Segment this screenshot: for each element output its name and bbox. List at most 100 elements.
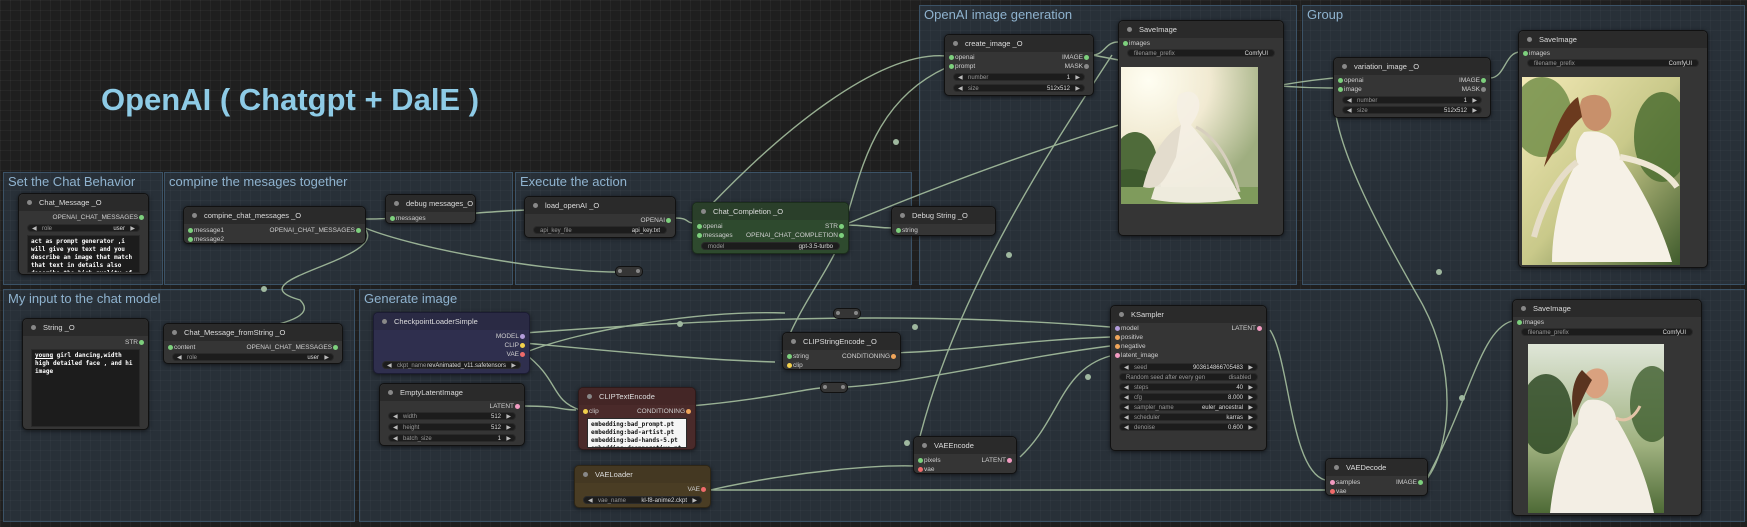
filename-prefix-field[interactable]: filename_prefix ComfyUI <box>1127 49 1275 57</box>
input-positive[interactable]: positive <box>1115 333 1143 342</box>
arrow-right-icon[interactable]: ▶ <box>1248 384 1253 392</box>
output-str[interactable]: STR <box>825 222 844 231</box>
arrow-left-icon[interactable]: ◀ <box>1347 107 1352 115</box>
arrow-right-icon[interactable]: ▶ <box>1248 424 1253 432</box>
output-str[interactable]: STR <box>125 338 144 347</box>
arrow-left-icon[interactable]: ◀ <box>1347 97 1352 105</box>
node-empty-latent-image[interactable]: EmptyLatentImage LATENT ◀ width 512 ▶ ◀ heig… <box>379 383 525 446</box>
reroute-node[interactable] <box>615 266 643 277</box>
arrow-right-icon[interactable]: ▶ <box>1472 107 1477 115</box>
socket-dot[interactable] <box>1418 480 1423 485</box>
socket-dot[interactable] <box>1330 489 1335 494</box>
wire-midpoint[interactable] <box>1459 395 1465 401</box>
output-image[interactable]: IMAGE <box>1062 53 1089 62</box>
output-conditioning[interactable]: CONDITIONING <box>842 352 896 361</box>
socket-dot[interactable] <box>1257 326 1262 331</box>
input-message1[interactable]: message1 <box>188 226 224 235</box>
socket-dot[interactable] <box>1115 344 1120 349</box>
socket-dot[interactable] <box>839 233 844 238</box>
arrow-right-icon[interactable]: ▶ <box>1075 85 1080 93</box>
node-checkpoint-loader[interactable]: CheckpointLoaderSimple MODEL CLIP VAE ◀ c… <box>373 312 530 374</box>
input-vae[interactable]: vae <box>1330 487 1346 496</box>
vae-name-combo[interactable]: ◀ vae_name kl-f8-anime2.ckpt ▶ <box>583 496 702 504</box>
socket-dot[interactable] <box>139 215 144 220</box>
output-vae[interactable]: VAE <box>687 485 706 494</box>
output-clip[interactable]: CLIP <box>505 341 525 350</box>
socket-dot[interactable] <box>356 228 361 233</box>
node-compine-chat-messages[interactable]: compine_chat_messages _O message1 messag… <box>183 206 366 244</box>
ckpt-name-combo[interactable]: ◀ ckpt_name revAnimated_v11.safetensors ▶ <box>382 361 521 369</box>
arrow-left-icon[interactable]: ◀ <box>393 413 398 421</box>
input-negative[interactable]: negative <box>1115 342 1146 351</box>
socket-dot[interactable] <box>1123 41 1128 46</box>
arrow-left-icon[interactable]: ◀ <box>32 225 37 233</box>
size-combo[interactable]: ◀ size 512x512 ▶ <box>953 84 1085 92</box>
reroute-node[interactable] <box>833 308 861 319</box>
string-text[interactable]: young girl dancing,width high detailed f… <box>31 349 140 427</box>
output-mask[interactable]: MASK <box>1065 62 1089 71</box>
wire-midpoint[interactable] <box>1436 269 1442 275</box>
arrow-right-icon[interactable]: ▶ <box>1075 74 1080 82</box>
socket-dot[interactable] <box>701 487 706 492</box>
input-messages[interactable]: messages <box>390 214 426 223</box>
chat-message-text[interactable]: act as prompt generator ,i will give you… <box>27 235 140 273</box>
input-pixels[interactable]: pixels <box>918 456 941 465</box>
size-combo[interactable]: ◀ size 512x512 ▶ <box>1342 106 1482 114</box>
arrow-left-icon[interactable]: ◀ <box>958 74 963 82</box>
arrow-right-icon[interactable]: ▶ <box>130 225 135 233</box>
arrow-right-icon[interactable]: ▶ <box>506 424 511 432</box>
arrow-right-icon[interactable]: ▶ <box>1248 364 1253 372</box>
output-conditioning[interactable]: CONDITIONING <box>637 407 691 416</box>
output-model[interactable]: MODEL <box>496 332 525 341</box>
scheduler-combo[interactable]: ◀ scheduler karras ▶ <box>1119 413 1258 421</box>
node-clip-text-encode[interactable]: CLIPTextEncode clip CONDITIONING embeddi… <box>578 387 696 450</box>
input-message2[interactable]: message2 <box>188 235 224 244</box>
socket-dot[interactable] <box>949 64 954 69</box>
input-model[interactable]: model <box>1115 324 1139 333</box>
socket-dot[interactable] <box>520 334 525 339</box>
socket-dot[interactable] <box>1084 55 1089 60</box>
output-mask[interactable]: MASK <box>1462 85 1486 94</box>
socket-dot[interactable] <box>1330 480 1335 485</box>
input-prompt[interactable]: prompt <box>949 62 975 71</box>
node-vae-decode[interactable]: VAEDecode samples vae IMAGE <box>1325 458 1428 496</box>
height-stepper[interactable]: ◀ height 512 ▶ <box>388 423 516 431</box>
input-images[interactable]: images <box>1517 318 1544 327</box>
arrow-right-icon[interactable]: ▶ <box>1248 404 1253 412</box>
output-openai[interactable]: OPENAI <box>640 216 671 225</box>
wire-midpoint[interactable] <box>912 324 918 330</box>
node-save-image-2[interactable]: SaveImage images filename_prefix ComfyUI <box>1518 30 1708 268</box>
role-combo[interactable]: ◀ role user ▶ <box>27 224 140 232</box>
denoise-stepper[interactable]: ◀ denoise 0.600 ▶ <box>1119 423 1258 431</box>
wire-midpoint[interactable] <box>893 139 899 145</box>
socket-dot[interactable] <box>1338 78 1343 83</box>
node-vae-loader[interactable]: VAELoader VAE ◀ vae_name kl-f8-anime2.ckpt… <box>574 465 711 508</box>
socket-dot[interactable] <box>697 224 702 229</box>
arrow-left-icon[interactable]: ◀ <box>1124 364 1129 372</box>
cfg-stepper[interactable]: ◀ cfg 8.000 ▶ <box>1119 393 1258 401</box>
output-image[interactable]: IMAGE <box>1459 76 1486 85</box>
steps-stepper[interactable]: ◀ steps 40 ▶ <box>1119 383 1258 391</box>
node-save-image-1[interactable]: SaveImage images filename_prefix ComfyUI <box>1118 20 1284 236</box>
role-combo[interactable]: ◀ role user ▶ <box>172 353 334 361</box>
output-openai-chat-messages[interactable]: OPENAI_CHAT_MESSAGES <box>270 226 361 235</box>
output-latent[interactable]: LATENT <box>982 456 1012 465</box>
socket-dot[interactable] <box>1007 458 1012 463</box>
wire-midpoint[interactable] <box>1006 252 1012 258</box>
arrow-right-icon[interactable]: ▶ <box>1248 414 1253 422</box>
socket-dot[interactable] <box>1115 353 1120 358</box>
input-openai[interactable]: openai <box>949 53 975 62</box>
socket-dot[interactable] <box>1481 87 1486 92</box>
node-chat-completion[interactable]: Chat_Completion _O openai messages STR O… <box>692 202 849 254</box>
input-string[interactable]: string <box>896 226 918 235</box>
arrow-left-icon[interactable]: ◀ <box>177 354 182 362</box>
socket-dot[interactable] <box>1517 320 1522 325</box>
generated-image-preview[interactable] <box>1121 67 1258 204</box>
input-images[interactable]: images <box>1523 49 1550 58</box>
arrow-right-icon[interactable]: ▶ <box>1248 394 1253 402</box>
node-clip-string-encode[interactable]: CLIPStringEncode _O string clip CONDITIO… <box>782 332 901 370</box>
arrow-left-icon[interactable]: ◀ <box>1124 404 1129 412</box>
socket-dot[interactable] <box>333 345 338 350</box>
node-debug-messages[interactable]: debug messages_O messages <box>385 194 476 224</box>
node-create-image[interactable]: create_image _O openai prompt IMAGE MASK… <box>944 34 1094 96</box>
